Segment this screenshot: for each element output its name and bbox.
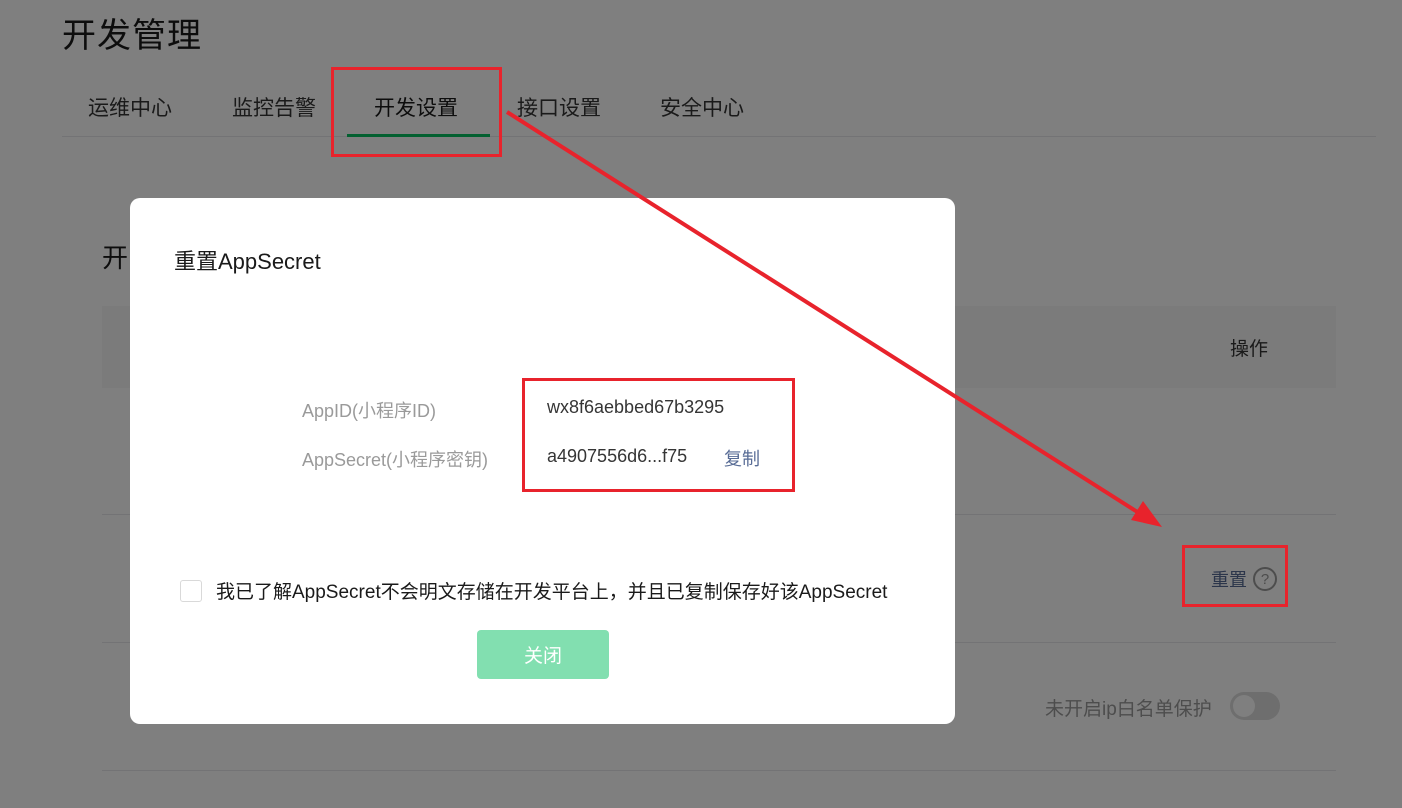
annotation-box-reset	[1182, 545, 1288, 607]
annotation-box-dev-tab	[331, 67, 502, 157]
appid-label: AppID(小程序ID)	[302, 401, 437, 421]
page: 开发管理 运维中心 监控告警 开发设置 接口设置 安全中心 开 操作 重置 ? …	[0, 0, 1402, 808]
appsecret-label: AppSecret(小程序密钥)	[302, 450, 489, 470]
confirm-row: 我已了解AppSecret不会明文存储在开发平台上，并且已复制保存好该AppSe…	[180, 577, 887, 604]
confirm-text: 我已了解AppSecret不会明文存储在开发平台上，并且已复制保存好该AppSe…	[216, 582, 888, 603]
confirm-checkbox[interactable]	[180, 579, 202, 602]
close-button[interactable]: 关闭	[477, 630, 609, 679]
annotation-box-credentials	[522, 378, 795, 492]
dialog-title: 重置AppSecret	[174, 249, 321, 274]
